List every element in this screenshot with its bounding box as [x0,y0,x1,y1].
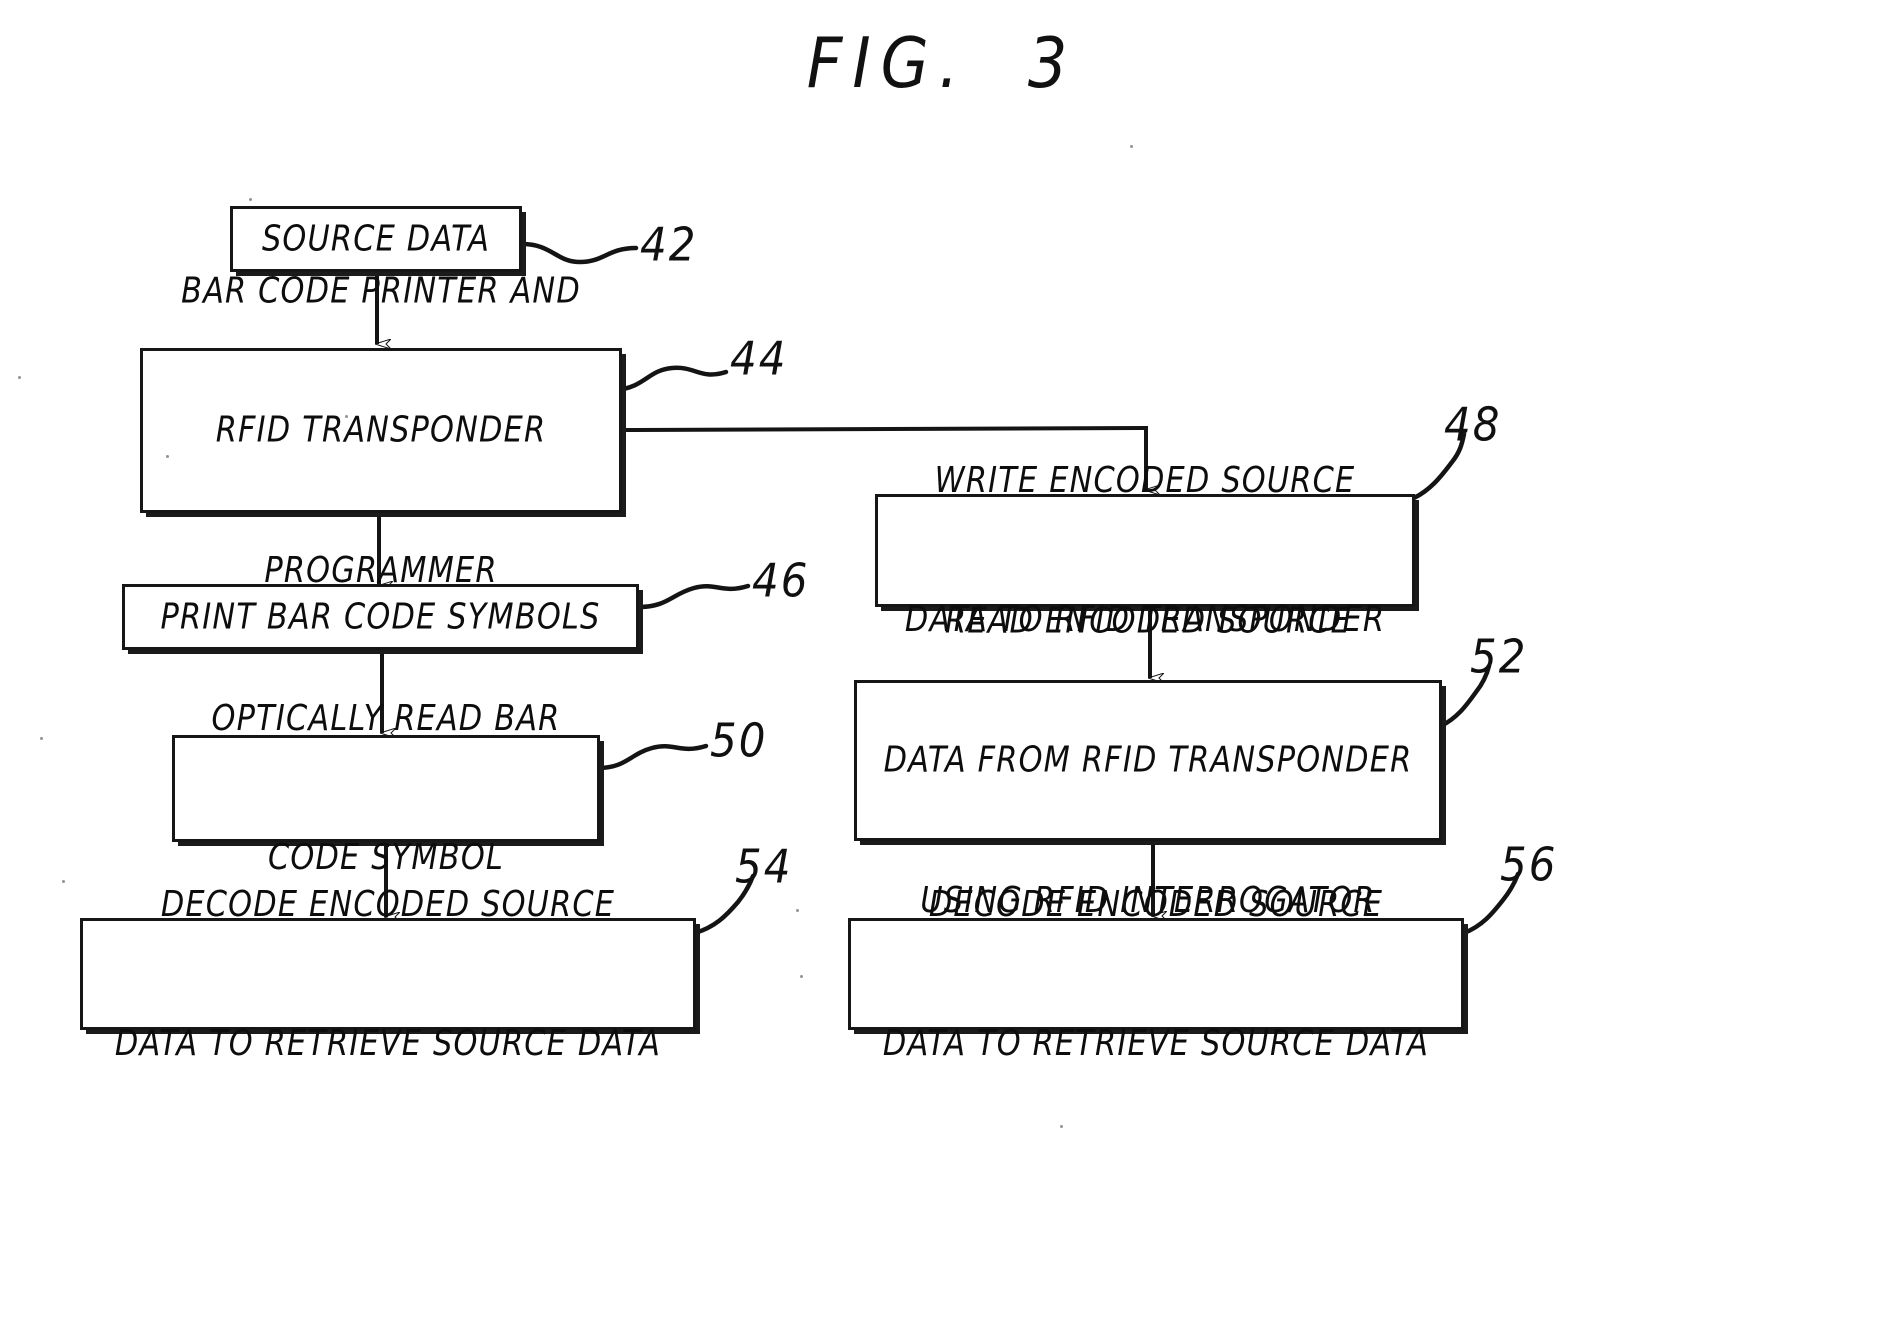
scan-speck [800,975,803,978]
patent-figure: FIG. 3 SOURCE DATA BAR CODE PRINTER AND … [0,0,1884,1330]
node-decode-right[interactable]: DECODE ENCODED SOURCE DATA TO RETRIEVE S… [848,883,1464,1065]
scan-speck [345,415,348,418]
node-decode-left-label: DECODE ENCODED SOURCE DATA TO RETRIEVE S… [114,882,662,1065]
node-printer-programmer[interactable]: BAR CODE PRINTER AND RFID TRANSPONDER PR… [140,269,622,591]
ref-numeral-48: 48 [1444,397,1502,452]
figure-title: FIG. 3 [806,22,1078,104]
ref-numeral-42: 42 [640,217,698,272]
scan-speck [166,455,169,458]
node-decode-left[interactable]: DECODE ENCODED SOURCE DATA TO RETRIEVE S… [80,883,696,1065]
leader-46 [636,583,751,610]
ref-numeral-44: 44 [730,331,788,386]
ref-numeral-56: 56 [1500,837,1558,892]
scan-speck [1060,1125,1063,1128]
ref-numeral-54: 54 [735,839,793,894]
scan-speck [1130,145,1133,148]
scan-speck [18,376,21,379]
ref-numeral-46: 46 [752,553,810,608]
leader-50 [595,743,709,771]
scan-speck [62,880,65,883]
scan-speck [796,909,799,912]
scan-speck [40,737,43,740]
ref-numeral-52: 52 [1470,629,1528,684]
scan-speck [249,198,252,201]
leader-44 [613,365,729,393]
ref-numeral-50: 50 [710,713,768,768]
node-decode-right-label: DECODE ENCODED SOURCE DATA TO RETRIEVE S… [882,882,1430,1065]
